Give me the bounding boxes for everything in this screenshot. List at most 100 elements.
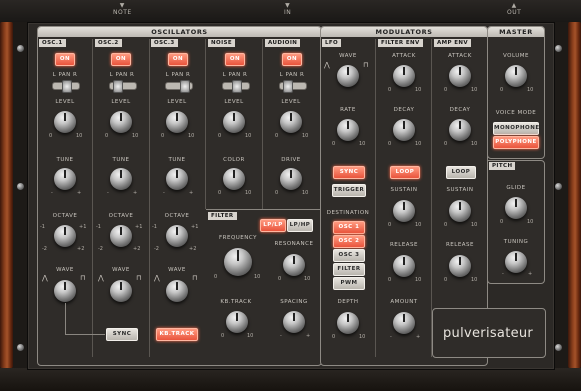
pitch-label: PITCH bbox=[489, 162, 516, 170]
fenv-loop-button[interactable]: LOOP bbox=[390, 166, 420, 179]
osc2-tune-knob[interactable] bbox=[110, 168, 132, 190]
square-wave-icon: ⊓ bbox=[363, 61, 369, 69]
osc3-pan-slider[interactable] bbox=[165, 80, 193, 93]
lfo-rate-knob[interactable] bbox=[337, 119, 359, 141]
note-port[interactable]: ▼ NOTE bbox=[113, 3, 132, 17]
osc3-on-button[interactable]: ON bbox=[168, 53, 188, 66]
osc1-tune-knob[interactable] bbox=[54, 168, 76, 190]
octave-label: OCTAVE bbox=[52, 213, 78, 219]
osc2-octave-knob[interactable] bbox=[110, 225, 132, 247]
top-bar: ▼ NOTE ▼ IN ▲ OUT bbox=[0, 0, 581, 22]
lfo-wave-knob[interactable] bbox=[337, 65, 359, 87]
dest-filter-button[interactable]: FILTER bbox=[333, 263, 365, 276]
osc2-level-knob[interactable] bbox=[110, 111, 132, 133]
osc2-wave-knob[interactable] bbox=[110, 280, 132, 302]
osc2-label: OSC.2 bbox=[95, 39, 122, 47]
osc1-octave-knob[interactable] bbox=[54, 225, 76, 247]
filter-frequency-knob[interactable] bbox=[224, 248, 252, 276]
audioin-level-knob[interactable] bbox=[280, 111, 302, 133]
osc3-kbtrack-button[interactable]: KB.TRACK bbox=[156, 328, 198, 341]
saw-wave-icon: ⋀ bbox=[98, 274, 104, 282]
audioin-drive-knob[interactable] bbox=[280, 168, 302, 190]
pan-label: L PAN R bbox=[52, 72, 78, 78]
audioin-pan-slider[interactable] bbox=[279, 80, 307, 93]
synth-rack: ▼ NOTE ▼ IN ▲ OUT OSCILLATORS OSC.1 OSC.2 O… bbox=[0, 0, 581, 391]
wave-label: WAVE bbox=[112, 267, 130, 273]
screw-icon bbox=[555, 344, 562, 351]
audioin-on-button[interactable]: ON bbox=[282, 53, 302, 66]
aenv-decay-label: DECAY bbox=[449, 107, 471, 113]
aenv-sustain-label: SUSTAIN bbox=[446, 187, 474, 193]
in-port[interactable]: ▼ IN bbox=[284, 3, 291, 17]
divider bbox=[206, 209, 320, 210]
oscillators-header: OSCILLATORS bbox=[38, 27, 321, 37]
fenv-amount-knob[interactable] bbox=[393, 312, 415, 334]
audioin-label: AUDIOIN bbox=[265, 39, 301, 47]
osc2-pan-slider[interactable] bbox=[109, 80, 137, 93]
noise-level-knob[interactable] bbox=[223, 111, 245, 133]
wave-label: WAVE bbox=[168, 267, 186, 273]
filter-kbtrack-knob[interactable] bbox=[226, 311, 248, 333]
lfo-trigger-button[interactable]: TRIGGER bbox=[332, 184, 366, 197]
divider bbox=[205, 39, 206, 209]
sync-connector bbox=[65, 334, 105, 335]
osc1-level-knob[interactable] bbox=[54, 111, 76, 133]
lfo-sync-button[interactable]: SYNC bbox=[333, 166, 365, 179]
monophone-button[interactable]: MONOPHONE bbox=[493, 122, 539, 135]
aenv-attack-knob[interactable] bbox=[449, 65, 471, 87]
osc1-wave-knob[interactable] bbox=[54, 280, 76, 302]
fenv-release-knob[interactable] bbox=[393, 255, 415, 277]
screw-icon bbox=[17, 183, 24, 190]
aenv-release-knob[interactable] bbox=[449, 255, 471, 277]
bottom-bar bbox=[0, 368, 581, 391]
lfo-depth-knob[interactable] bbox=[337, 312, 359, 334]
frequency-label: FREQUENCY bbox=[218, 235, 257, 241]
octave-label: OCTAVE bbox=[108, 213, 134, 219]
noise-color-knob[interactable] bbox=[223, 168, 245, 190]
resonance-label: RESONANCE bbox=[274, 241, 314, 247]
glide-knob[interactable] bbox=[505, 197, 527, 219]
osc1-pan-slider[interactable] bbox=[52, 80, 80, 93]
tuning-knob[interactable] bbox=[505, 251, 527, 273]
sync-button[interactable]: SYNC bbox=[106, 328, 138, 341]
osc3-octave-knob[interactable] bbox=[166, 225, 188, 247]
aenv-loop-button[interactable]: LOOP bbox=[446, 166, 476, 179]
polyphone-button[interactable]: POLYPHONE bbox=[493, 136, 539, 149]
dest-osc3-button[interactable]: OSC 3 bbox=[333, 249, 365, 262]
fenv-decay-label: DECAY bbox=[393, 107, 415, 113]
filter-label: FILTER bbox=[208, 212, 237, 220]
tune-label: TUNE bbox=[56, 157, 74, 163]
dest-pwm-button[interactable]: PWM bbox=[333, 277, 365, 290]
osc3-tune-knob[interactable] bbox=[166, 168, 188, 190]
pan-label: L PAN R bbox=[222, 72, 248, 78]
osc3-level-knob[interactable] bbox=[166, 111, 188, 133]
square-wave-icon: ⊓ bbox=[192, 274, 198, 282]
filter-resonance-knob[interactable] bbox=[283, 254, 305, 276]
fenv-sustain-knob[interactable] bbox=[393, 200, 415, 222]
color-label: COLOR bbox=[223, 157, 245, 163]
dest-osc2-button[interactable]: OSC 2 bbox=[333, 235, 365, 248]
drive-label: DRIVE bbox=[281, 157, 301, 163]
main-panel: OSCILLATORS OSC.1 OSC.2 OSC.3 NOISE AUDI… bbox=[27, 22, 555, 370]
fenv-decay-knob[interactable] bbox=[393, 119, 415, 141]
pan-label: L PAN R bbox=[165, 72, 191, 78]
osc2-on-button[interactable]: ON bbox=[111, 53, 131, 66]
master-volume-knob[interactable] bbox=[505, 65, 527, 87]
osc3-wave-knob[interactable] bbox=[166, 280, 188, 302]
osc1-on-button[interactable]: ON bbox=[55, 53, 75, 66]
fenv-attack-knob[interactable] bbox=[393, 65, 415, 87]
fenv-attack-label: ATTACK bbox=[392, 53, 416, 59]
noise-pan-slider[interactable] bbox=[222, 80, 250, 93]
dest-osc1-button[interactable]: OSC 1 bbox=[333, 221, 365, 234]
lp-hp-button[interactable]: LP/HP bbox=[287, 219, 313, 232]
filter-spacing-knob[interactable] bbox=[283, 311, 305, 333]
aenv-sustain-knob[interactable] bbox=[449, 200, 471, 222]
out-port[interactable]: ▲ OUT bbox=[507, 3, 521, 17]
lp-lp-button[interactable]: LP/LP bbox=[260, 219, 286, 232]
level-label: LEVEL bbox=[111, 99, 131, 105]
screw-icon bbox=[17, 45, 24, 52]
noise-on-button[interactable]: ON bbox=[225, 53, 245, 66]
aenv-decay-knob[interactable] bbox=[449, 119, 471, 141]
sync-connector bbox=[65, 303, 66, 335]
divider bbox=[375, 39, 376, 357]
